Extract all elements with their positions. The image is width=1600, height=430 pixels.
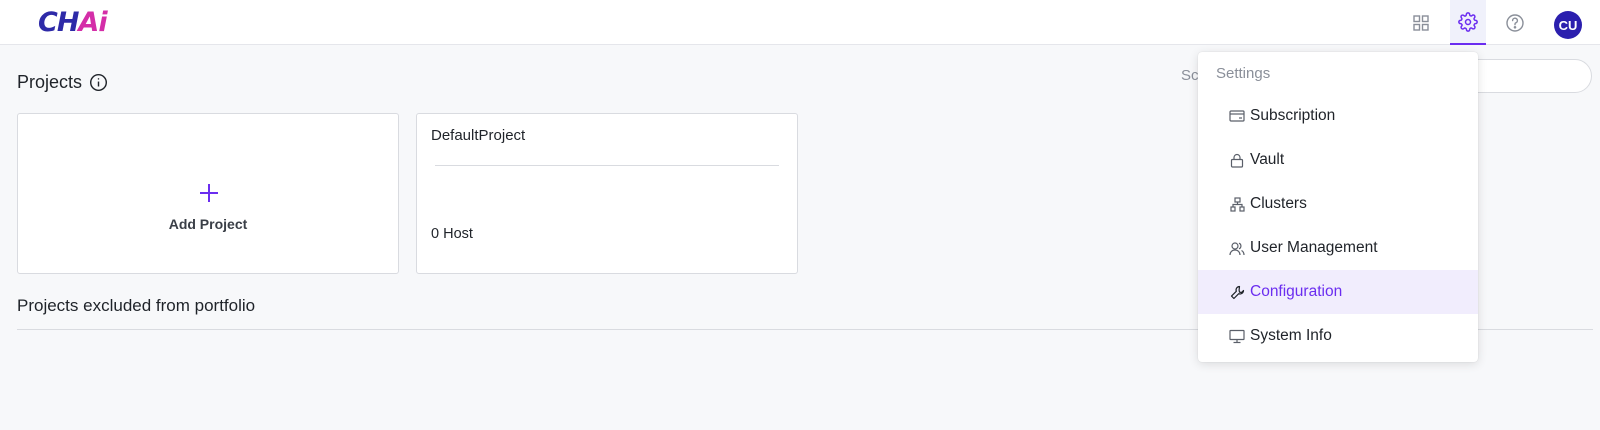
user-avatar[interactable]: CU bbox=[1554, 11, 1582, 39]
add-project-card[interactable]: Add Project bbox=[17, 113, 399, 274]
menu-item-subscription[interactable]: Subscription bbox=[1198, 94, 1478, 138]
help-icon[interactable] bbox=[1497, 0, 1533, 45]
page-title: Projects bbox=[17, 72, 108, 93]
search-label: Sc bbox=[1181, 67, 1199, 84]
menu-item-label: System Info bbox=[1250, 327, 1332, 344]
gear-icon[interactable] bbox=[1450, 0, 1486, 45]
monitor-icon bbox=[1229, 328, 1245, 344]
card-icon bbox=[1229, 108, 1245, 124]
grid-icon[interactable] bbox=[1403, 0, 1439, 45]
cluster-icon bbox=[1229, 196, 1245, 212]
menu-item-clusters[interactable]: Clusters bbox=[1198, 182, 1478, 226]
wrench-icon bbox=[1229, 284, 1245, 300]
settings-menu-header: Settings bbox=[1216, 65, 1271, 82]
menu-item-label: Clusters bbox=[1250, 195, 1307, 212]
project-name: DefaultProject bbox=[431, 127, 526, 144]
info-icon[interactable] bbox=[89, 73, 108, 92]
project-card[interactable]: DefaultProject 0 Host bbox=[416, 113, 798, 274]
add-project-label: Add Project bbox=[168, 216, 248, 232]
page-title-text: Projects bbox=[17, 72, 83, 92]
project-divider bbox=[435, 165, 779, 166]
menu-item-label: Configuration bbox=[1250, 283, 1343, 300]
menu-item-label: Vault bbox=[1250, 151, 1285, 168]
lock-icon bbox=[1229, 152, 1245, 168]
menu-item-label: Subscription bbox=[1250, 107, 1336, 124]
top-header: CHAi CU bbox=[0, 0, 1600, 45]
chai-logo[interactable]: CHAi bbox=[38, 6, 108, 40]
users-icon bbox=[1229, 240, 1245, 256]
settings-dropdown: Settings Subscription Vault Clusters Use… bbox=[1198, 52, 1478, 362]
project-host-count: 0 Host bbox=[431, 226, 473, 242]
menu-item-label: User Management bbox=[1250, 239, 1378, 256]
menu-item-configuration[interactable]: Configuration bbox=[1198, 270, 1478, 314]
menu-item-system-info[interactable]: System Info bbox=[1198, 314, 1478, 358]
plus-icon bbox=[200, 184, 218, 202]
menu-item-vault[interactable]: Vault bbox=[1198, 138, 1478, 182]
excluded-section-title: Projects excluded from portfolio bbox=[17, 296, 256, 315]
menu-item-user-management[interactable]: User Management bbox=[1198, 226, 1478, 270]
